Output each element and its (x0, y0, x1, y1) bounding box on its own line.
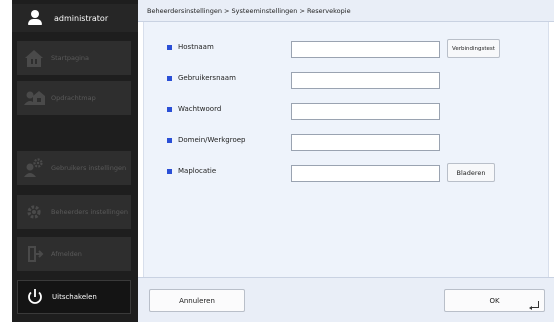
username-label: Gebruikersnaam (167, 74, 236, 82)
enter-icon (529, 301, 539, 310)
cancel-button[interactable]: Annuleren (149, 289, 245, 312)
sidebar-item-job-folder[interactable]: Opdrachtmap (17, 81, 131, 115)
logout-icon (23, 243, 45, 265)
admin-settings-icon (23, 201, 45, 223)
home-icon (23, 47, 45, 69)
password-label: Wachtwoord (167, 105, 221, 113)
user-name: administrator (54, 13, 109, 23)
sidebar-item-home[interactable]: Startpagina (17, 41, 131, 75)
domain-field[interactable] (291, 134, 440, 151)
app-window: administrator Startpagina Opdrachtmap Ge… (0, 0, 554, 322)
bullet-icon (167, 137, 172, 143)
breadcrumb: Beheerdersinstellingen > Systeeminstelli… (147, 7, 351, 15)
user-bar: administrator (12, 4, 138, 32)
ok-button[interactable]: OK (444, 289, 545, 312)
bullet-icon (167, 44, 172, 50)
user-icon (27, 10, 43, 26)
sidebar-item-label: Gebruikers instellingen (51, 164, 127, 172)
bullet-icon (167, 106, 172, 112)
sidebar-item-admin-settings[interactable]: Beheerders instellingen (17, 195, 131, 229)
username-field[interactable] (291, 72, 440, 89)
connection-test-button[interactable]: Verbindingstest (447, 39, 500, 58)
sidebar-item-label: Opdrachtmap (51, 94, 96, 102)
sidebar-item-label: Uitschakelen (52, 293, 97, 301)
browse-button[interactable]: Bladeren (447, 163, 495, 182)
sidebar-item-label: Beheerders instellingen (51, 208, 129, 216)
folder-location-field[interactable] (291, 165, 440, 182)
breadcrumb-bar: Beheerdersinstellingen > Systeeminstelli… (138, 0, 554, 22)
bullet-icon (167, 168, 172, 174)
power-icon (24, 286, 46, 308)
bullet-icon (167, 75, 172, 81)
job-folder-icon (23, 87, 45, 109)
folder-location-label: Maplocatie (167, 167, 216, 175)
sidebar-item-shutdown[interactable]: Uitschakelen (17, 280, 131, 314)
sidebar-item-label: Startpagina (51, 54, 90, 62)
sidebar-item-user-settings[interactable]: Gebruikers instellingen (17, 151, 131, 185)
hostname-field[interactable] (291, 41, 440, 58)
sidebar-item-label: Afmelden (51, 250, 82, 258)
domain-label: Domein/Werkgroep (167, 136, 246, 144)
hostname-label: Hostnaam (167, 43, 214, 51)
user-settings-icon (23, 157, 45, 179)
sidebar-item-logout[interactable]: Afmelden (17, 237, 131, 271)
password-field[interactable] (291, 103, 440, 120)
